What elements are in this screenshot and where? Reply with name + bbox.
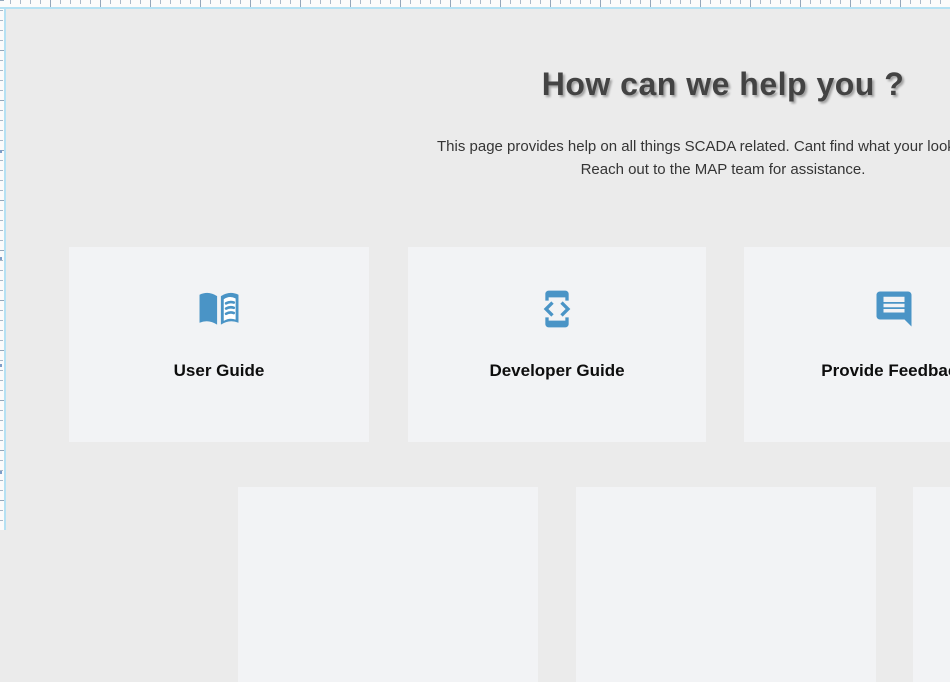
developer-mode-icon <box>537 287 577 331</box>
ruler-horizontal <box>0 0 950 7</box>
page-subtitle-line1: This page provides help on all things SC… <box>437 138 950 155</box>
open-book-icon <box>196 287 242 331</box>
card-label: Developer Guide <box>489 361 624 381</box>
card-provide-feedback[interactable]: Provide Feedback <box>744 247 950 442</box>
card-partial[interactable] <box>238 487 538 682</box>
card-label: Provide Feedback <box>821 361 950 381</box>
page-title: How can we help you ? <box>0 66 950 103</box>
card-partial[interactable] <box>913 487 950 682</box>
card-developer-guide[interactable]: Developer Guide <box>408 247 706 442</box>
canvas-guide-line-horizontal <box>0 7 950 9</box>
chat-message-icon <box>873 287 915 331</box>
page-subtitle-line2: Reach out to the MAP team for assistance… <box>0 161 950 178</box>
card-label: User Guide <box>174 361 265 381</box>
canvas-guide-line-vertical <box>4 7 6 530</box>
card-user-guide[interactable]: User Guide <box>69 247 369 442</box>
card-partial[interactable] <box>576 487 876 682</box>
help-page: How can we help you ? This page provides… <box>0 0 950 530</box>
